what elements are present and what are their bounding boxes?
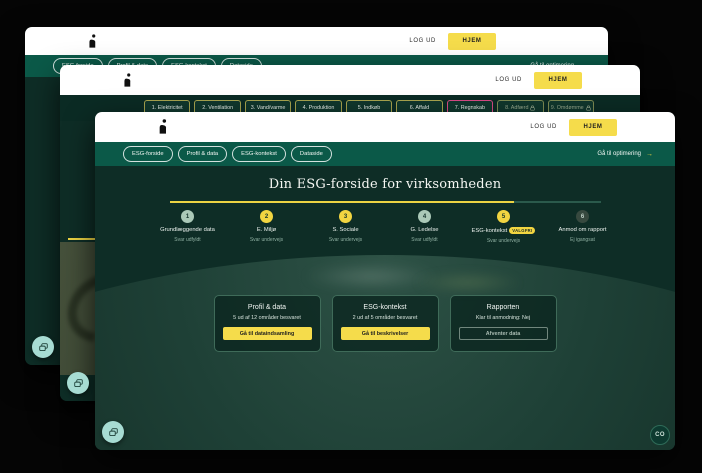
card-profil-data: Profil & data 5 ud af 12 områder besvare… [214, 295, 321, 352]
step-number: 5 [497, 210, 510, 223]
company-logo-icon[interactable] [122, 73, 133, 88]
home-button[interactable]: HJEM [448, 33, 496, 50]
logout-button[interactable]: LOG UD [409, 38, 436, 44]
arrow-right-icon: → [646, 151, 653, 158]
step-status: Svar undervejs [329, 237, 362, 243]
cookie-consent-button[interactable]: CO [650, 425, 670, 445]
esg-stepper: 1 Grundlæggende data Svar udfyldt 2 E. M… [148, 210, 622, 244]
step-grundlaeggende-data[interactable]: 1 Grundlæggende data Svar udfyldt [148, 210, 227, 244]
summary-cards: Profil & data 5 ud af 12 områder besvare… [95, 295, 675, 352]
step-g-ledelse[interactable]: 4 G. Ledelse Svar udfyldt [385, 210, 464, 244]
step-label: S. Sociale [332, 227, 358, 233]
optional-badge: VALGFRI [509, 227, 535, 234]
desktop-canvas: LOG UD HJEM ESG-forside Profil & data ES… [0, 0, 702, 473]
step-number: 4 [418, 210, 431, 223]
home-button[interactable]: HJEM [534, 72, 582, 89]
step-label: E. Miljø [257, 227, 276, 233]
go-to-data-collection-button[interactable]: Gå til dataindsamling [223, 327, 312, 340]
esg-nav-bar: ESG-forside Profil & data ESG-kontekst D… [95, 142, 675, 166]
step-e-miljo[interactable]: 2 E. Miljø Svar undervejs [227, 210, 306, 244]
nav-tab-profil-data[interactable]: Profil & data [178, 146, 228, 162]
step-status: Svar udfyldt [411, 237, 437, 243]
step-status: Svar udfyldt [174, 237, 200, 243]
company-logo-icon[interactable] [87, 34, 98, 49]
company-logo-icon[interactable] [157, 119, 169, 135]
go-to-descriptions-button[interactable]: Gå til beskrivelser [341, 327, 430, 340]
chat-widget-button[interactable] [67, 372, 89, 394]
card-rapporten: Rapporten Klar til anmodning: Nej Afvent… [450, 295, 557, 352]
home-button[interactable]: HJEM [569, 119, 617, 136]
step-number: 1 [181, 210, 194, 223]
progress-fill [170, 201, 515, 203]
step-number: 3 [339, 210, 352, 223]
awaiting-data-button[interactable]: Afventer data [459, 327, 548, 340]
chat-widget-button[interactable] [32, 336, 54, 358]
app-header: LOG UD HJEM [25, 27, 608, 55]
step-number: 2 [260, 210, 273, 223]
overall-progress-bar [170, 201, 601, 203]
chat-icon [73, 378, 84, 389]
go-to-optimization-link[interactable]: Gå til optimering → [597, 151, 653, 158]
app-header: LOG UD HJEM [95, 112, 675, 142]
chat-icon [38, 342, 49, 353]
earth-background-image [95, 255, 675, 450]
nav-tab-esg-forside[interactable]: ESG-forside [123, 146, 173, 162]
card-title: ESG-kontekst [333, 304, 438, 311]
optimize-label: Gå til optimering [597, 151, 641, 157]
lock-icon [586, 105, 591, 111]
step-anmod-om-rapport[interactable]: 6 Anmod om rapport Ej igangsat [543, 210, 622, 244]
step-label: Grundlæggende data [160, 227, 215, 233]
step-status: Svar undervejs [487, 238, 520, 244]
card-subtitle: 2 ud af 5 områder besvaret [333, 315, 438, 321]
step-label: Anmod om rapport [558, 227, 606, 233]
window-front: LOG UD HJEM ESG-forside Profil & data ES… [95, 112, 675, 450]
card-title: Rapporten [451, 304, 556, 311]
logout-button[interactable]: LOG UD [530, 124, 557, 130]
chat-icon [108, 427, 119, 438]
step-esg-kontekst[interactable]: 5 ESG-kontekst VALGFRI Svar undervejs [464, 210, 543, 244]
logout-button[interactable]: LOG UD [495, 77, 522, 83]
card-title: Profil & data [215, 304, 320, 311]
step-label: G. Ledelse [410, 227, 438, 233]
step-number: 6 [576, 210, 589, 223]
step-status: Svar undervejs [250, 237, 283, 243]
card-subtitle: 5 ud af 12 områder besvaret [215, 315, 320, 321]
card-subtitle: Klar til anmodning: Nej [451, 315, 556, 321]
step-label: ESG-kontekst VALGFRI [472, 227, 536, 234]
page-body: Din ESG-forside for virksomheden 1 Grund… [95, 166, 675, 450]
page-title: Din ESG-forside for virksomheden [95, 166, 675, 192]
app-header: LOG UD HJEM [60, 65, 640, 95]
chat-widget-button[interactable] [102, 421, 124, 443]
nav-tab-dataside[interactable]: Dataside [291, 146, 332, 162]
lock-icon [530, 105, 535, 111]
card-esg-kontekst: ESG-kontekst 2 ud af 5 områder besvaret … [332, 295, 439, 352]
step-s-sociale[interactable]: 3 S. Sociale Svar undervejs [306, 210, 385, 244]
step-status: Ej igangsat [570, 237, 595, 243]
nav-tab-esg-kontekst[interactable]: ESG-kontekst [232, 146, 286, 162]
